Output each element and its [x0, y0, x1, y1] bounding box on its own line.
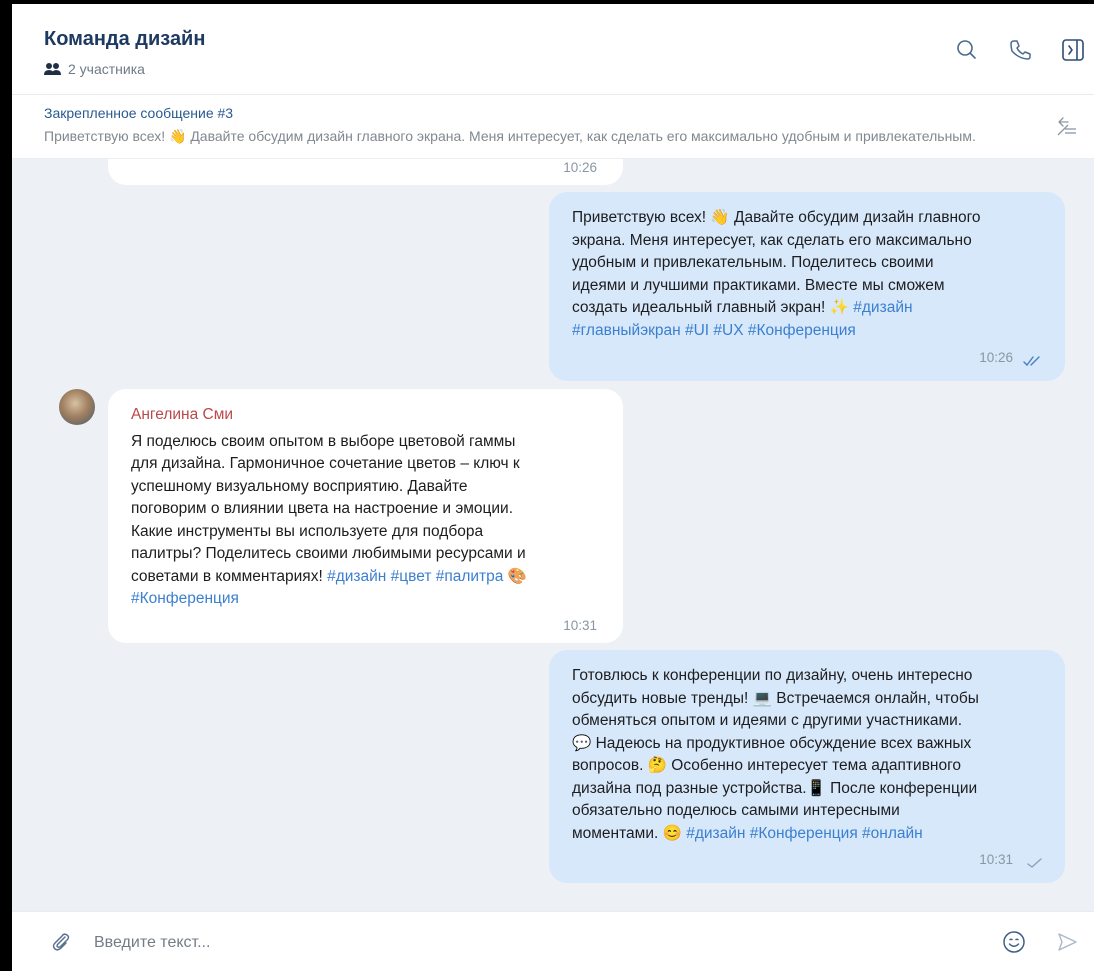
phone-icon[interactable] — [1007, 37, 1033, 63]
message-outgoing[interactable]: Готовлюсь к конференции по дизайну, очен… — [549, 650, 1065, 883]
users-icon — [44, 63, 61, 75]
hashtag[interactable]: #Конференция — [131, 588, 611, 611]
message-line: обязательно поделюсь самыми интересными — [572, 802, 900, 819]
message-line: 💬 Надеюсь на продуктивное обсуждение все… — [572, 734, 972, 752]
hashtag[interactable]: #дизайн #цвет #палитра — [327, 568, 503, 585]
participants-count[interactable]: 2 участника — [44, 61, 145, 77]
check-icon — [1027, 858, 1042, 868]
message-time: 10:26 — [563, 159, 597, 175]
message-line: Готовлюсь к конференции по дизайну, очен… — [572, 667, 973, 684]
search-icon[interactable] — [954, 37, 980, 63]
pinned-message-bar[interactable]: Закрепленное сообщение #3 Приветствую вс… — [12, 95, 1094, 159]
message-line: дизайна под разные устройства.📱 После ко… — [572, 779, 978, 797]
message-line: вопросов. 🤔 Особенно интересует тема ада… — [572, 757, 962, 774]
unpin-icon[interactable] — [1056, 116, 1078, 138]
message-line-text: моментами. 😊 — [572, 824, 687, 842]
message-time: 10:26 — [979, 349, 1013, 365]
message-line: Какие инструменты вы используете для под… — [131, 522, 484, 540]
message-text: Приветствую всех! 👋 Давайте обсудим диза… — [572, 207, 1052, 342]
participants-label: 2 участника — [68, 61, 145, 77]
chat-header: Команда дизайн 2 участника — [12, 4, 1094, 95]
message-line: успешному визуальному восприятию. Давайт… — [131, 477, 468, 495]
sidebar-toggle-icon[interactable] — [1060, 37, 1086, 63]
message-line: Приветствую всех! 👋 Давайте обсудим диза… — [572, 209, 981, 226]
message-author[interactable]: Ангелина Сми — [131, 404, 611, 427]
message-input[interactable] — [92, 926, 976, 960]
message-line: идеями и лучшими практиками. Вместе мы с… — [572, 276, 945, 294]
hashtag[interactable]: #дизайн — [853, 299, 912, 316]
emoji-icon[interactable] — [1002, 930, 1026, 954]
palette-emoji-icon: 🎨 — [507, 567, 528, 585]
message-text: Готовлюсь к конференции по дизайну, очен… — [572, 665, 1052, 845]
send-icon[interactable] — [1056, 931, 1078, 953]
hashtag-line[interactable]: #главныйэкран #UI #UX #Конференция — [572, 320, 1052, 343]
message-incoming-previous[interactable]: 10:26 — [108, 159, 623, 185]
message-line: обменяться опытом и идеями с другими уча… — [572, 712, 963, 729]
message-incoming[interactable]: Ангелина Сми Я поделюсь своим опытом в в… — [108, 389, 623, 643]
message-time: 10:31 — [563, 617, 597, 633]
message-line: для дизайна. Гармоничное сочетание цвето… — [131, 455, 520, 472]
message-outgoing[interactable]: Приветствую всех! 👋 Давайте обсудим диза… — [549, 192, 1065, 381]
message-line-text: создать идеальный главный экран! ✨ — [572, 299, 854, 316]
message-line: палитры? Поделитесь своими любимыми ресу… — [131, 545, 526, 562]
message-line: Я поделюсь своим опытом в выборе цветово… — [131, 432, 516, 450]
chat-title: Команда дизайн — [44, 28, 206, 50]
message-line-text: советами в комментариях! — [131, 567, 328, 585]
message-line: экрана. Меня интересует, как сделать его… — [572, 231, 972, 249]
message-list[interactable]: 10:26 Приветствую всех! 👋 Давайте обсуди… — [12, 159, 1094, 911]
paperclip-icon[interactable] — [50, 931, 72, 953]
message-line: поговорим о влиянии цвета на настроение … — [131, 500, 514, 517]
message-composer — [12, 911, 1094, 971]
chat-window: Команда дизайн 2 участника Закрепленное … — [12, 4, 1094, 971]
hashtag[interactable]: #дизайн #Конференция #онлайн — [686, 825, 923, 842]
message-line: советами в комментариях! #дизайн #цвет #… — [131, 566, 611, 589]
message-text: Ангелина Сми Я поделюсь своим опытом в в… — [131, 404, 611, 611]
avatar[interactable] — [59, 389, 95, 425]
message-line: создать идеальный главный экран! ✨ #диза… — [572, 297, 1052, 320]
message-line: обсудить новые тренды! 💻 Встречаемся онл… — [572, 689, 979, 707]
message-line: моментами. 😊 #дизайн #Конференция #онлай… — [572, 823, 1052, 846]
double-check-icon — [1023, 356, 1040, 367]
pinned-text: Приветствую всех! 👋 Давайте обсудим диза… — [44, 128, 976, 144]
message-time: 10:31 — [979, 851, 1013, 867]
pinned-title: Закрепленное сообщение #3 — [44, 105, 234, 121]
message-line: удобным и привлекательным. Поделитесь св… — [572, 254, 934, 271]
